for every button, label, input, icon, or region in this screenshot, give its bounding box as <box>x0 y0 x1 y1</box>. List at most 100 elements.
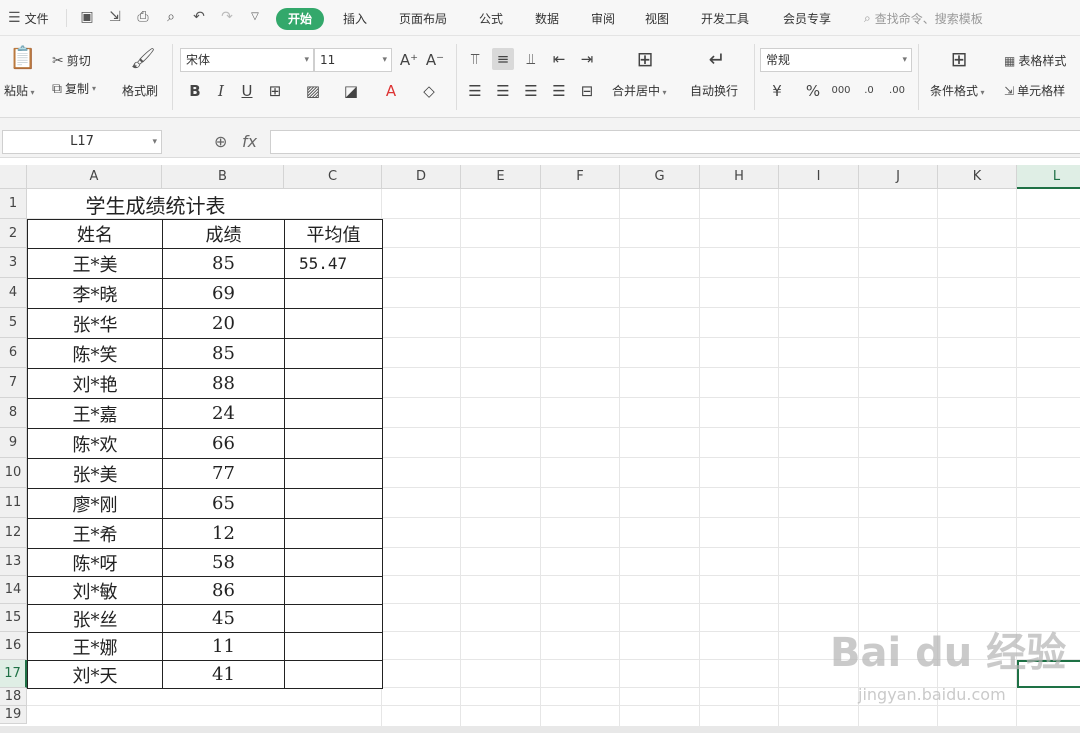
merge-center-button[interactable]: 合并居中 ▾ <box>612 82 667 99</box>
column-header-l[interactable]: L <box>1017 165 1080 189</box>
empty-cell[interactable] <box>284 488 383 519</box>
wrap-text-icon[interactable]: ↵ <box>706 48 728 70</box>
tab-home[interactable]: 开始 <box>276 8 324 30</box>
clear-format-icon[interactable]: ◇ <box>418 80 440 102</box>
student-score-cell[interactable]: 65 <box>162 488 285 519</box>
increase-decimal-icon[interactable]: .0 <box>858 80 880 102</box>
sheet-title-cell[interactable]: 学生成绩统计表 <box>27 189 284 220</box>
row-header-3[interactable]: 3 <box>0 248 27 278</box>
increase-indent-icon[interactable]: ⇥ <box>576 48 598 70</box>
column-header-c[interactable]: C <box>284 165 382 189</box>
student-score-cell[interactable]: 69 <box>162 278 285 309</box>
name-box[interactable]: L17 ▾ <box>2 130 162 154</box>
student-name-cell[interactable]: 王*希 <box>27 518 163 549</box>
row-header-14[interactable]: 14 <box>0 576 27 604</box>
tab-developer[interactable]: 开发工具 <box>692 8 758 30</box>
empty-cell[interactable] <box>284 576 383 605</box>
paste-button[interactable]: 📋 <box>6 46 40 71</box>
student-score-cell[interactable]: 45 <box>162 604 285 633</box>
column-header-e[interactable]: E <box>461 165 541 189</box>
student-score-cell[interactable]: 86 <box>162 576 285 605</box>
empty-cell[interactable] <box>284 338 383 369</box>
student-name-cell[interactable]: 刘*天 <box>27 660 163 689</box>
formula-input[interactable] <box>270 130 1080 154</box>
row-header-1[interactable]: 1 <box>0 189 27 219</box>
empty-cell[interactable] <box>284 458 383 489</box>
empty-cell[interactable] <box>284 660 383 689</box>
tab-review[interactable]: 审阅 <box>584 8 622 30</box>
horizontal-scrollbar[interactable] <box>0 726 1080 733</box>
italic-icon[interactable]: I <box>210 80 232 102</box>
quick-access-dropdown-icon[interactable]: ▽ <box>246 8 264 26</box>
student-score-cell[interactable]: 85 <box>162 338 285 369</box>
font-name-select[interactable]: 宋体 ▾ <box>180 48 314 72</box>
column-header-g[interactable]: G <box>620 165 700 189</box>
tab-insert[interactable]: 插入 <box>336 8 374 30</box>
row-header-5[interactable]: 5 <box>0 308 27 338</box>
row-header-16[interactable]: 16 <box>0 632 27 660</box>
student-name-cell[interactable]: 刘*艳 <box>27 368 163 399</box>
tab-page-layout[interactable]: 页面布局 <box>390 8 456 30</box>
decrease-decimal-icon[interactable]: .00 <box>886 80 908 102</box>
student-score-cell[interactable]: 24 <box>162 398 285 429</box>
row-header-6[interactable]: 6 <box>0 338 27 368</box>
wrap-text-button[interactable]: 自动换行 <box>690 82 738 99</box>
student-name-cell[interactable]: 张*丝 <box>27 604 163 633</box>
conditional-format-button[interactable]: 条件格式 ▾ <box>930 82 985 99</box>
row-header-8[interactable]: 8 <box>0 398 27 428</box>
empty-cell[interactable] <box>284 604 383 633</box>
paste-menu[interactable]: 粘贴 ▾ <box>4 82 35 99</box>
row-header-12[interactable]: 12 <box>0 518 27 548</box>
header-cell-score[interactable]: 成绩 <box>162 219 285 249</box>
cell-style-button[interactable]: ⇲ 单元格样 <box>1004 82 1065 99</box>
undo-icon[interactable]: ↶ <box>190 8 208 26</box>
border-icon[interactable]: ⊞ <box>264 80 286 102</box>
row-header-19[interactable]: 19 <box>0 706 27 724</box>
format-painter-button[interactable]: 🖌 <box>124 46 162 70</box>
student-score-cell[interactable]: 12 <box>162 518 285 549</box>
student-name-cell[interactable]: 刘*敏 <box>27 576 163 605</box>
column-header-d[interactable]: D <box>382 165 461 189</box>
cut-button[interactable]: ✂ 剪切 <box>52 52 91 69</box>
currency-icon[interactable]: ¥ <box>766 80 788 102</box>
command-search[interactable]: ⌕ 查找命令、搜索模板 <box>864 8 1024 28</box>
empty-cell[interactable] <box>284 368 383 399</box>
student-score-cell[interactable]: 20 <box>162 308 285 339</box>
percent-icon[interactable]: % <box>802 80 824 102</box>
student-score-cell[interactable]: 11 <box>162 632 285 661</box>
thousands-icon[interactable]: 000 <box>830 80 852 102</box>
file-menu[interactable]: ☰ 文件 <box>8 8 49 28</box>
student-name-cell[interactable]: 陈*欢 <box>27 428 163 459</box>
column-header-f[interactable]: F <box>541 165 620 189</box>
save-icon[interactable]: ▣ <box>78 8 96 26</box>
row-header-7[interactable]: 7 <box>0 368 27 398</box>
font-color-icon[interactable]: A <box>380 80 402 102</box>
column-header-h[interactable]: H <box>700 165 779 189</box>
redo-icon[interactable]: ↷ <box>218 8 236 26</box>
average-value-cell[interactable]: 55.47 <box>284 248 383 279</box>
underline-icon[interactable]: U <box>236 80 258 102</box>
table-style-button[interactable]: ▦ 表格样式 <box>1004 52 1066 69</box>
tab-view[interactable]: 视图 <box>638 8 676 30</box>
justify-icon[interactable]: ☰ <box>548 80 570 102</box>
row-header-4[interactable]: 4 <box>0 278 27 308</box>
fx-label[interactable]: fx <box>242 132 257 151</box>
fill-color-icon[interactable]: ◪ <box>340 80 362 102</box>
align-center-icon[interactable]: ☰ <box>492 80 514 102</box>
empty-cell[interactable] <box>284 428 383 459</box>
column-header-j[interactable]: J <box>859 165 938 189</box>
row-header-15[interactable]: 15 <box>0 604 27 632</box>
align-top-icon[interactable]: ⫪ <box>464 48 486 70</box>
conditional-format-icon[interactable]: ⊞ <box>948 48 970 70</box>
student-score-cell[interactable]: 66 <box>162 428 285 459</box>
tab-formulas[interactable]: 公式 <box>472 8 510 30</box>
row-header-18[interactable]: 18 <box>0 688 27 706</box>
student-score-cell[interactable]: 41 <box>162 660 285 689</box>
row-header-13[interactable]: 13 <box>0 548 27 576</box>
decrease-indent-icon[interactable]: ⇤ <box>548 48 570 70</box>
bold-icon[interactable]: B <box>184 80 206 102</box>
column-header-b[interactable]: B <box>162 165 284 189</box>
align-middle-icon[interactable]: ≡ <box>492 48 514 70</box>
student-score-cell[interactable]: 58 <box>162 548 285 577</box>
column-header-k[interactable]: K <box>938 165 1017 189</box>
